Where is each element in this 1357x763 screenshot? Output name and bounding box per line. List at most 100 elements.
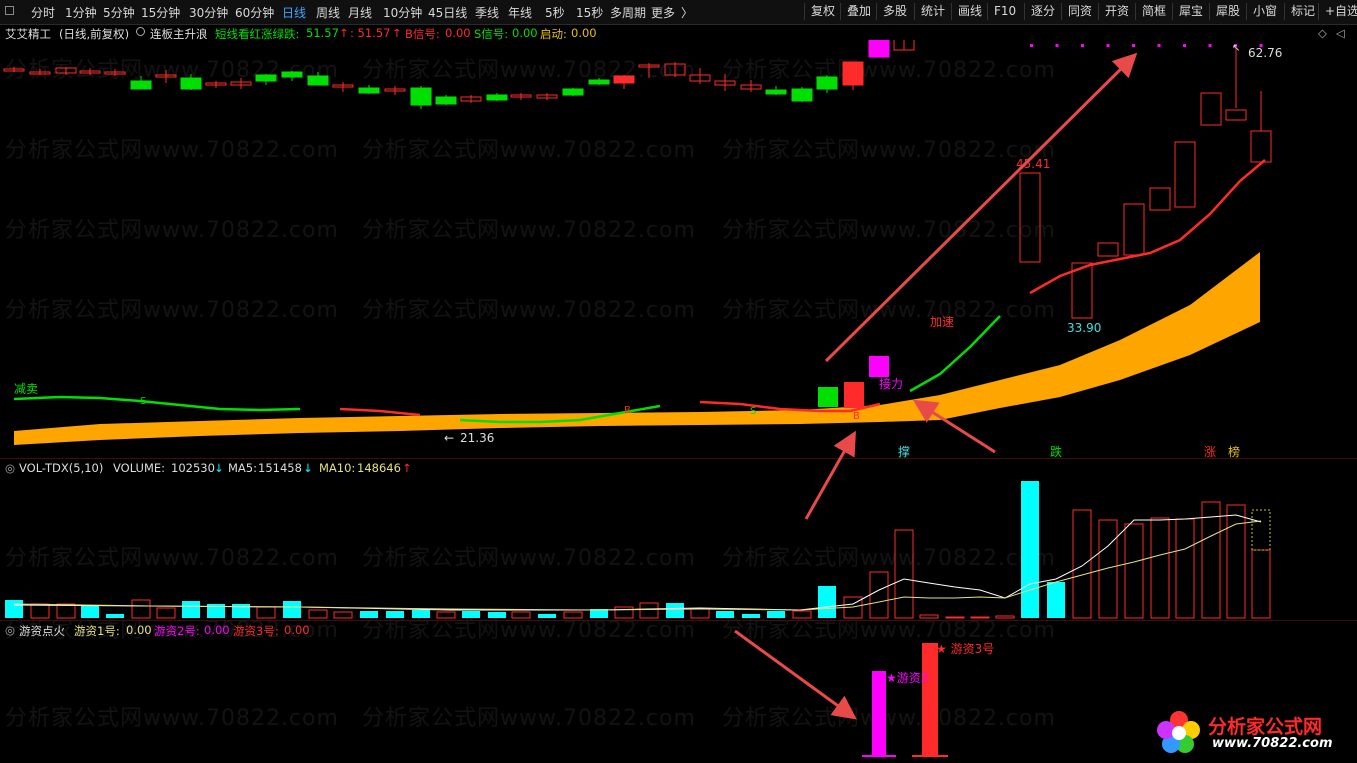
toolbar-button[interactable]: 开资 — [1098, 3, 1135, 20]
low-price-label: 33.90 — [1067, 321, 1101, 335]
volume-bar — [412, 610, 430, 618]
toolbar-button[interactable]: 画线 — [951, 3, 988, 20]
period-tab[interactable]: 5秒 — [545, 4, 565, 21]
volume-bar — [767, 611, 785, 618]
high-price-label: 62.76 — [1248, 46, 1282, 60]
candle-body — [435, 96, 457, 105]
toolbar-button[interactable]: 复权 — [804, 3, 841, 20]
diamond-icon[interactable]: ◇ — [1318, 26, 1327, 40]
short-line-ma — [1029, 159, 1266, 295]
candle-body — [791, 88, 813, 102]
period-tab[interactable]: 10分钟 — [383, 4, 422, 21]
expand-triangle-icon[interactable]: ◁ — [1336, 26, 1345, 40]
volume-bar — [1072, 509, 1092, 619]
ma10-value: 148646 — [357, 461, 401, 475]
period-tab[interactable]: 更多 — [651, 4, 675, 21]
candle-body — [281, 71, 303, 78]
period-tab[interactable]: 周线 — [316, 4, 340, 21]
signal-dot — [1081, 44, 1084, 47]
period-tab[interactable]: 日线 — [282, 4, 306, 21]
rise-tag: 涨 — [1204, 444, 1216, 458]
settings-circle-icon[interactable] — [136, 27, 145, 36]
toolbar-button[interactable]: 叠加 — [840, 3, 877, 20]
volume-bar — [742, 614, 760, 618]
candle-body — [1200, 92, 1222, 126]
volume-bar — [182, 601, 200, 618]
volume-bar — [5, 600, 23, 618]
vol-panel-icon[interactable]: ◎ — [5, 461, 15, 475]
period-tab[interactable]: 1分钟 — [65, 4, 97, 21]
toolbar-button[interactable]: 小窗 — [1246, 3, 1283, 20]
reduce-sell-label: 减卖 — [14, 382, 38, 396]
period-tab[interactable]: 季线 — [475, 4, 499, 21]
toolbar-button[interactable]: 犀宝 — [1172, 3, 1209, 20]
period-tab[interactable]: 多周期 — [610, 4, 646, 21]
support-band — [14, 252, 1260, 445]
period-tab[interactable]: 分时 — [31, 4, 55, 21]
rank-tag: 榜 — [1228, 444, 1240, 458]
candle-body — [1250, 130, 1272, 163]
signal-dot — [1132, 44, 1135, 47]
toolbar-button[interactable]: 犀股 — [1209, 3, 1246, 20]
volume-bar — [283, 601, 301, 618]
volume-chart[interactable] — [0, 476, 1357, 620]
fire3-value: 0.00 — [284, 623, 310, 637]
fire1-value: 0.00 — [126, 623, 152, 637]
toolbar-button[interactable]: F10 — [987, 3, 1022, 20]
toolbar-button[interactable]: +自选 — [1318, 3, 1357, 20]
toolbar-button[interactable]: 标记 — [1284, 3, 1321, 20]
period-tab[interactable]: 月线 — [348, 4, 372, 21]
volume-bar — [563, 611, 583, 619]
volume-bar — [56, 603, 76, 619]
colon-up-arrow: ↑ — [392, 26, 402, 40]
candle-body — [816, 76, 838, 90]
volume-bar — [1150, 517, 1170, 619]
toolbar-button[interactable]: 统计 — [914, 3, 951, 20]
volume-bar — [1251, 549, 1271, 619]
collapse-icon[interactable] — [5, 6, 14, 15]
period-tab[interactable]: 年线 — [508, 4, 532, 21]
site-logo: 分析家公式网 www.70822.com — [1148, 706, 1350, 758]
period-tab[interactable]: 30分钟 — [189, 4, 228, 21]
period-tab[interactable]: 60分钟 — [235, 4, 274, 21]
bottom-low-label: 21.36 — [460, 431, 494, 445]
short-line-up-arrow: ↑ — [339, 26, 349, 40]
toolbar-button[interactable]: 同资 — [1061, 3, 1098, 20]
volume-bar — [386, 611, 404, 618]
accelerate-label: 加速 — [930, 315, 954, 329]
logo-url: www.70822.com — [1212, 736, 1333, 751]
volume-bar — [869, 571, 889, 619]
period-tab[interactable]: 45日线 — [428, 4, 467, 21]
start-value: 0.00 — [571, 26, 597, 40]
ma10-label: MA10: — [319, 461, 356, 475]
short-line-ma — [13, 395, 301, 412]
candle-body — [868, 40, 890, 58]
volume-bar — [30, 603, 50, 619]
support-tag: 撑 — [898, 444, 910, 458]
vol-indicator-name[interactable]: VOL-TDX(5,10) — [19, 461, 103, 475]
sell-marker: S — [140, 396, 146, 407]
volume-bar — [106, 614, 124, 618]
period-tab[interactable]: 15分钟 — [141, 4, 180, 21]
period-tab[interactable]: 5分钟 — [103, 4, 135, 21]
flower-logo-icon — [1157, 711, 1200, 753]
toolbar-button[interactable]: 逐分 — [1024, 3, 1061, 20]
toolbar-button[interactable]: 简框 — [1135, 3, 1172, 20]
fire-panel-icon[interactable]: ◎ — [5, 623, 15, 637]
signal-dot — [1157, 44, 1161, 47]
period-tab[interactable]: 15秒 — [576, 4, 603, 21]
candlestick-chart[interactable]: 62.76 ↖ 45.41 33.90 21.36 ← 减卖 加速接力 B B S S 撑 跌 涨榜 — [0, 40, 1357, 458]
volume-bar — [1124, 523, 1144, 619]
volume-bar — [792, 610, 812, 619]
volume-bar — [81, 606, 99, 618]
signal-dot — [1055, 44, 1059, 47]
toolbar-button[interactable]: 多股 — [876, 3, 913, 20]
more-chevron-icon[interactable]: 〉 — [681, 4, 693, 21]
volume-bar — [1047, 582, 1065, 618]
short-line-ma — [909, 315, 1001, 393]
volume-bar — [894, 529, 914, 619]
candle-body — [869, 356, 889, 377]
high-arrow-icon: ↖ — [1232, 43, 1240, 54]
volume-bar — [511, 611, 531, 619]
volume-bar — [1226, 504, 1246, 619]
